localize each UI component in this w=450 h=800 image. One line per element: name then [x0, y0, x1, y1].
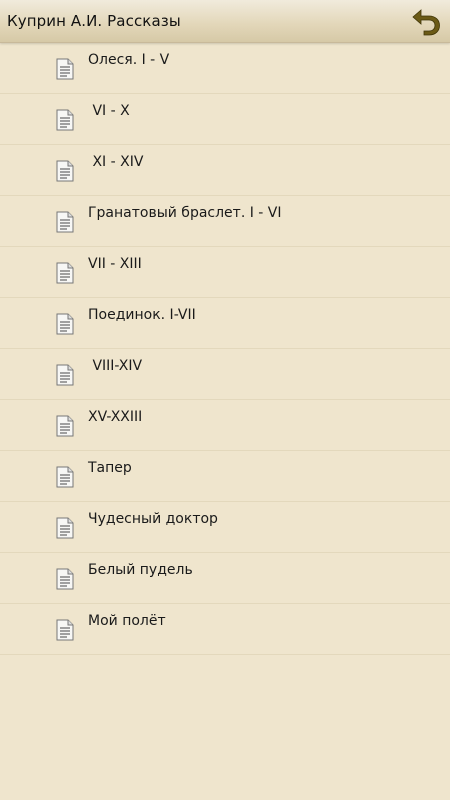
- chapter-list: Олеся. I - V VI - X XI - XIV Гранатовый …: [0, 43, 450, 655]
- list-item[interactable]: VII - XIII: [0, 247, 450, 298]
- list-item[interactable]: Поединок. I-VII: [0, 298, 450, 349]
- list-item-label: XI - XIV: [88, 154, 144, 170]
- list-item[interactable]: Олеся. I - V: [0, 43, 450, 94]
- list-item[interactable]: XI - XIV: [0, 145, 450, 196]
- list-item[interactable]: XV-XXIII: [0, 400, 450, 451]
- document-icon: [56, 313, 74, 335]
- document-icon: [56, 211, 74, 233]
- app-screen: Куприн А.И. Рассказы Олеся. I - V VI - X…: [0, 0, 450, 800]
- undo-arrow-icon: [412, 9, 440, 36]
- list-item-label: Мой полёт: [88, 613, 166, 629]
- list-item-label: VII - XIII: [88, 256, 142, 272]
- list-item-label: Олеся. I - V: [88, 52, 170, 68]
- title-bar: Куприн А.И. Рассказы: [0, 0, 450, 43]
- list-item-label: Поединок. I-VII: [88, 307, 196, 323]
- list-item[interactable]: Тапер: [0, 451, 450, 502]
- document-icon: [56, 517, 74, 539]
- list-item[interactable]: Белый пудель: [0, 553, 450, 604]
- list-item[interactable]: VIII-XIV: [0, 349, 450, 400]
- list-item-label: Чудесный доктор: [88, 511, 218, 527]
- list-item[interactable]: Гранатовый браслет. I - VI: [0, 196, 450, 247]
- list-item[interactable]: Чудесный доктор: [0, 502, 450, 553]
- list-item-label: Гранатовый браслет. I - VI: [88, 205, 282, 221]
- list-item-label: VIII-XIV: [88, 358, 143, 374]
- list-item-label: VI - X: [88, 103, 130, 119]
- document-icon: [56, 364, 74, 386]
- document-icon: [56, 466, 74, 488]
- document-icon: [56, 619, 74, 641]
- document-icon: [56, 58, 74, 80]
- list-item[interactable]: VI - X: [0, 94, 450, 145]
- list-item[interactable]: Мой полёт: [0, 604, 450, 655]
- back-button[interactable]: [410, 6, 442, 36]
- list-item-label: Тапер: [88, 460, 132, 476]
- list-item-label: XV-XXIII: [88, 409, 143, 425]
- document-icon: [56, 415, 74, 437]
- document-icon: [56, 109, 74, 131]
- document-icon: [56, 262, 74, 284]
- page-title: Куприн А.И. Рассказы: [7, 12, 181, 30]
- document-icon: [56, 568, 74, 590]
- list-item-label: Белый пудель: [88, 562, 193, 578]
- document-icon: [56, 160, 74, 182]
